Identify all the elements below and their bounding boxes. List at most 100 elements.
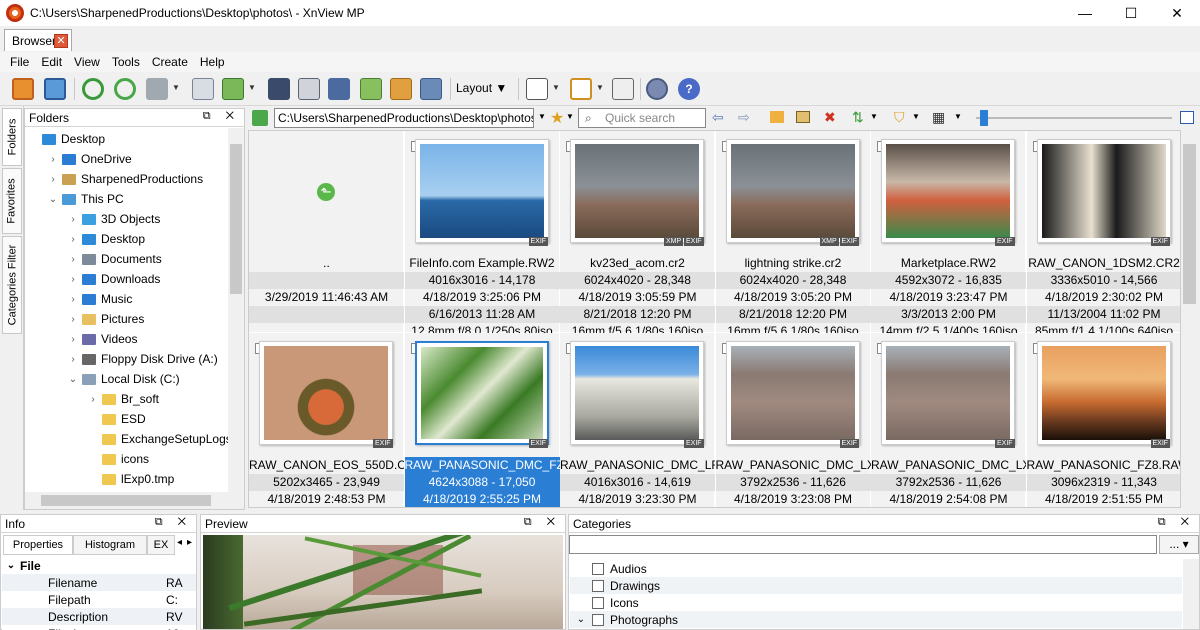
tab-histogram[interactable]: Histogram bbox=[73, 535, 147, 555]
side-tab-categories-filter[interactable]: Categories Filter bbox=[2, 236, 22, 334]
expanded-chevron-icon[interactable]: ⌄ bbox=[47, 194, 59, 205]
folder-tree-item[interactable]: › Floppy Disk Drive (A:) bbox=[67, 349, 217, 369]
folder-tree-item[interactable]: icons bbox=[87, 449, 149, 469]
categories-more-button[interactable]: ... ▾ bbox=[1159, 535, 1199, 554]
menu-tools[interactable]: Tools bbox=[106, 55, 146, 69]
category-expander-icon[interactable]: ⌄ bbox=[570, 614, 592, 625]
thumbnail-image[interactable] bbox=[414, 139, 549, 243]
thumbnail-item[interactable]: EXIF RAW_PANASONIC_DMC_LX7. 3792x2536 - 11… bbox=[871, 333, 1026, 507]
folder-tree-item[interactable]: › Pictures bbox=[67, 309, 144, 329]
collapsed-chevron-icon[interactable]: › bbox=[67, 214, 79, 225]
settings-gear-icon[interactable] bbox=[646, 78, 668, 100]
delete-icon[interactable]: ✖ bbox=[824, 109, 836, 126]
folder-tree-item[interactable]: ⌄ This PC bbox=[47, 189, 124, 209]
collapsed-chevron-icon[interactable]: › bbox=[67, 334, 79, 345]
thumbnail-image[interactable] bbox=[570, 139, 704, 243]
thumbnail-item[interactable]: EXIF RAW_PANASONIC_DMC_LX7. 3792x2536 - 11… bbox=[715, 333, 871, 507]
tab-browser[interactable]: Browser ✕ bbox=[4, 29, 72, 51]
side-tab-favorites[interactable]: Favorites bbox=[2, 168, 22, 234]
help-icon[interactable]: ? bbox=[678, 78, 700, 100]
categories-scrollbar[interactable] bbox=[1183, 559, 1199, 629]
tag-dropdown-icon[interactable]: ▼ bbox=[172, 83, 180, 92]
browse-icon[interactable] bbox=[12, 78, 34, 100]
collapsed-chevron-icon[interactable]: › bbox=[67, 274, 79, 285]
view-mode-icon[interactable]: ▦ bbox=[932, 109, 945, 126]
menu-create[interactable]: Create bbox=[146, 55, 194, 69]
folder-tree-item[interactable]: › Desktop bbox=[67, 229, 145, 249]
panel-toggle-icon[interactable] bbox=[1180, 111, 1194, 124]
filter-icon[interactable]: ⛉ bbox=[894, 109, 905, 126]
thumbnail-image[interactable] bbox=[881, 139, 1015, 243]
category-item[interactable]: Drawings bbox=[570, 577, 1182, 594]
side-tab-folders[interactable]: Folders bbox=[2, 108, 22, 166]
tab-close-icon[interactable]: ✕ bbox=[54, 34, 68, 48]
collapsed-chevron-icon[interactable]: › bbox=[67, 234, 79, 245]
thumbnail-image[interactable] bbox=[1036, 139, 1171, 243]
scroll-thumb[interactable] bbox=[1183, 144, 1196, 304]
thumbnail-item[interactable]: EXIF RAW_CANON_EOS_550D.CR2 5202x3465 - 23… bbox=[249, 333, 404, 507]
tab-properties[interactable]: Properties bbox=[3, 535, 73, 555]
thumbnail-size-slider-handle[interactable] bbox=[980, 110, 988, 126]
minimize-button[interactable]: — bbox=[1062, 0, 1108, 26]
menu-help[interactable]: Help bbox=[194, 55, 231, 69]
tab-exif[interactable]: EX bbox=[147, 535, 175, 555]
thumbnail-item[interactable]: XMP EXIF kv23ed_acom.cr2 6024x4020 - 28,348… bbox=[560, 131, 715, 338]
thumbnail-item[interactable]: EXIF RAW_PANASONIC_FZ8.RAW 3096x2319 - 11,… bbox=[1026, 333, 1180, 507]
bookmark-icon[interactable] bbox=[570, 78, 592, 100]
rename-icon[interactable] bbox=[796, 111, 810, 123]
tag-icon[interactable] bbox=[146, 78, 168, 100]
open-with-icon[interactable] bbox=[222, 78, 244, 100]
thumbnail-item[interactable]: EXIF RAW_CANON_1DSM2.CR2 3336x5010 - 14,56… bbox=[1026, 131, 1180, 338]
sort-order-dropdown-icon[interactable]: ▼ bbox=[870, 112, 878, 121]
layout-dropdown[interactable]: Layout ▼ bbox=[456, 81, 507, 95]
scanner-icon[interactable] bbox=[328, 78, 350, 100]
close-window-button[interactable]: ✕ bbox=[1154, 0, 1200, 26]
thumbnail-image[interactable] bbox=[881, 341, 1015, 445]
up-folder-icon[interactable] bbox=[252, 110, 268, 126]
collapsed-chevron-icon[interactable]: › bbox=[87, 394, 99, 405]
slideshow-icon[interactable] bbox=[420, 78, 442, 100]
collapsed-chevron-icon[interactable]: › bbox=[67, 354, 79, 365]
folder-tree-item[interactable]: › 3D Objects bbox=[67, 209, 160, 229]
filter-dropdown-icon[interactable]: ▼ bbox=[912, 112, 920, 121]
thumbnail-size-slider[interactable] bbox=[976, 117, 1172, 119]
bookmark-dropdown-icon[interactable]: ▼ bbox=[596, 83, 604, 92]
category-checkbox[interactable] bbox=[592, 579, 604, 592]
folder-tree-item[interactable]: › Br_soft bbox=[87, 389, 159, 409]
rotate-icon[interactable] bbox=[114, 78, 136, 100]
thumbnail-grid-scrollbar[interactable] bbox=[1181, 130, 1198, 508]
collapsed-chevron-icon[interactable]: › bbox=[47, 154, 59, 165]
view-mode-dropdown-icon[interactable]: ▼ bbox=[954, 112, 962, 121]
menu-file[interactable]: File bbox=[4, 55, 35, 69]
category-item[interactable]: Audios bbox=[570, 560, 1182, 577]
info-panel-controls[interactable]: ⧉ ✕ bbox=[155, 516, 192, 529]
path-dropdown-icon[interactable]: ▼ bbox=[538, 112, 546, 121]
collapsed-chevron-icon[interactable]: › bbox=[67, 254, 79, 265]
back-arrow-icon[interactable]: ⇦ bbox=[712, 109, 724, 126]
folder-tree-item[interactable]: › SharpenedProductions bbox=[47, 169, 203, 189]
convert-icon[interactable] bbox=[360, 78, 382, 100]
fullscreen-icon[interactable] bbox=[44, 78, 66, 100]
thumbnail-image[interactable] bbox=[259, 341, 393, 445]
thumbnail-item[interactable]: EXIF RAW_PANASONIC_DMC_LF1. 4016x3016 - 14… bbox=[560, 333, 715, 507]
section-file[interactable]: ⌄ File bbox=[2, 557, 196, 574]
thumbnail-image[interactable] bbox=[1036, 341, 1171, 445]
folder-tree-vertical-scrollbar[interactable] bbox=[228, 128, 244, 492]
expanded-chevron-icon[interactable]: ⌄ bbox=[67, 374, 79, 385]
collapsed-chevron-icon[interactable]: › bbox=[67, 314, 79, 325]
maximize-button[interactable]: ☐ bbox=[1108, 0, 1154, 26]
collapse-icon[interactable]: ⌄ bbox=[2, 560, 20, 571]
category-item[interactable]: ⌄ Photographs bbox=[570, 611, 1182, 628]
scroll-thumb[interactable] bbox=[41, 495, 211, 506]
thumbnail-item[interactable]: EXIF Marketplace.RW2 4592x3072 - 16,835 4/1… bbox=[871, 131, 1026, 338]
binoculars-icon[interactable] bbox=[268, 78, 290, 100]
thumbnail-image[interactable] bbox=[570, 341, 704, 445]
properties-icon[interactable] bbox=[192, 78, 214, 100]
folder-tree-item[interactable]: › Downloads bbox=[67, 269, 160, 289]
folder-tree-item[interactable]: lExp0.tmp bbox=[87, 469, 174, 489]
path-input[interactable]: C:\Users\SharpenedProductions\Desktop\ph… bbox=[274, 108, 534, 128]
favorites-star-icon[interactable]: ★ bbox=[550, 108, 564, 128]
parent-folder-icon[interactable]: ⬑ bbox=[317, 183, 335, 201]
collapsed-chevron-icon[interactable]: › bbox=[47, 174, 59, 185]
quick-search-input[interactable]: ⌕ Quick search bbox=[578, 108, 706, 128]
